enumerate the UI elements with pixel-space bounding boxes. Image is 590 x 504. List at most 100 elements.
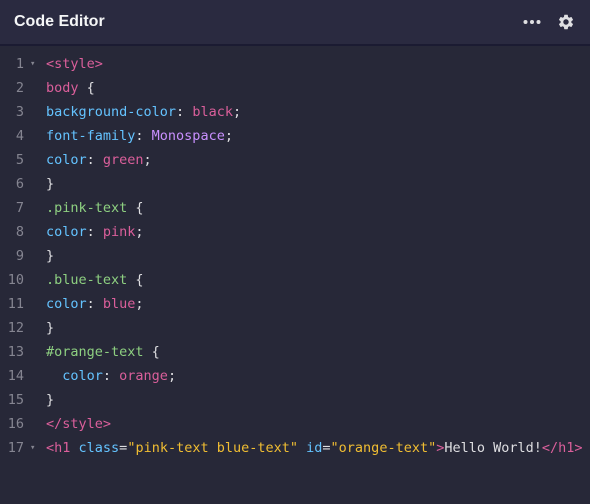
code-line: 17 ▾ <h1 class="pink-text blue-text" id="… xyxy=(0,436,590,460)
code-area[interactable]: 1 ▾ <style> 2 body { 3 background-color: … xyxy=(0,46,590,460)
code-line: 11 color: blue; xyxy=(0,292,590,316)
gutter: 11 xyxy=(0,292,42,316)
code-line: 13 #orange-text { xyxy=(0,340,590,364)
line-number: 11 xyxy=(7,296,24,312)
brace: } xyxy=(46,248,55,264)
code-line: 5 color: green; xyxy=(0,148,590,172)
line-number: 12 xyxy=(7,320,24,336)
gutter: 8 xyxy=(0,220,42,244)
css-value: pink xyxy=(102,224,136,240)
line-number: 17 xyxy=(7,440,24,456)
style-close-tag: </style> xyxy=(46,416,112,432)
line-number: 16 xyxy=(7,416,24,432)
code-line: 16 </style> xyxy=(0,412,590,436)
h1-close-tag: </h1> xyxy=(541,440,583,456)
gutter: 7 xyxy=(0,196,42,220)
code-line: 1 ▾ <style> xyxy=(0,52,590,76)
colon: : xyxy=(86,224,103,240)
colon: : xyxy=(135,128,152,144)
code-line: 4 font-family: Monospace; xyxy=(0,124,590,148)
style-open-tag: <style> xyxy=(46,56,103,72)
code-line: 7 .pink-text { xyxy=(0,196,590,220)
line-number: 3 xyxy=(15,104,24,120)
line-number: 1 xyxy=(15,56,24,72)
css-selector: body xyxy=(46,80,79,96)
line-number: 9 xyxy=(15,248,24,264)
gutter: 3 xyxy=(0,100,42,124)
gutter: 10 xyxy=(0,268,42,292)
code-line: 2 body { xyxy=(0,76,590,100)
line-number: 10 xyxy=(7,272,24,288)
equals: = xyxy=(322,440,331,456)
editor-title: Code Editor xyxy=(14,13,105,30)
attr-value: "orange-text" xyxy=(330,440,437,456)
colon: : xyxy=(176,104,193,120)
code-line: 12 } xyxy=(0,316,590,340)
semicolon: ; xyxy=(224,128,233,144)
gutter: 13 xyxy=(0,340,42,364)
code-line: 15 } xyxy=(0,388,590,412)
css-selector: .blue-text xyxy=(46,272,128,288)
semicolon: ; xyxy=(135,296,144,312)
line-number: 14 xyxy=(7,368,24,384)
colon: : xyxy=(102,368,120,384)
css-value: green xyxy=(102,152,144,168)
line-number: 8 xyxy=(15,224,24,240)
brace: } xyxy=(46,320,55,336)
colon: : xyxy=(86,152,103,168)
code-line: 9 } xyxy=(0,244,590,268)
attr-name: id xyxy=(306,440,323,456)
css-property: color xyxy=(46,296,87,312)
fold-arrow-icon[interactable]: ▾ xyxy=(30,52,35,76)
line-number: 6 xyxy=(15,176,24,192)
fold-arrow-icon[interactable]: ▾ xyxy=(30,436,35,460)
gutter: 15 xyxy=(0,388,42,412)
code-line: 6 } xyxy=(0,172,590,196)
gutter: 9 xyxy=(0,244,42,268)
css-property: font-family xyxy=(46,128,136,144)
semicolon: ; xyxy=(135,224,144,240)
colon: : xyxy=(86,296,103,312)
semicolon: ; xyxy=(167,368,177,384)
code-editor-window: Code Editor 1 ▾ <style> 2 body {3 backg… xyxy=(0,0,590,504)
css-selector: .pink-text xyxy=(46,200,128,216)
line-number: 7 xyxy=(15,200,24,216)
brace: { xyxy=(127,272,144,288)
gutter: 12 xyxy=(0,316,42,340)
gutter: 4 xyxy=(0,124,42,148)
semicolon: ; xyxy=(232,104,242,120)
gutter: 1 ▾ xyxy=(0,52,42,76)
gutter: 2 xyxy=(0,76,42,100)
brace: } xyxy=(46,176,55,192)
css-property: color xyxy=(46,152,87,168)
attr-name: class xyxy=(78,440,120,456)
css-property: background-color xyxy=(46,104,177,120)
css-value: Monospace xyxy=(151,128,225,144)
css-value: orange xyxy=(119,368,168,384)
brace: { xyxy=(78,80,95,96)
code-line: 14 color: orange; xyxy=(0,364,590,388)
gutter: 5 xyxy=(0,148,42,172)
brace: } xyxy=(46,392,55,408)
css-value: black xyxy=(192,104,233,120)
code-line: 3 background-color: black; xyxy=(0,100,590,124)
attr-value: "pink-text blue-text" xyxy=(127,440,298,456)
gutter: 16 xyxy=(0,412,42,436)
code-line: 10 .blue-text { xyxy=(0,268,590,292)
code-line: 8 color: pink; xyxy=(0,220,590,244)
line-number: 2 xyxy=(15,80,24,96)
gear-icon[interactable] xyxy=(556,12,576,32)
gutter: 6 xyxy=(0,172,42,196)
brace: { xyxy=(127,200,144,216)
gutter: 17 ▾ xyxy=(0,436,42,460)
brace: { xyxy=(143,344,160,360)
more-horizontal-icon[interactable] xyxy=(522,12,542,32)
css-property: color xyxy=(62,368,103,384)
line-number: 4 xyxy=(15,128,24,144)
gutter: 14 xyxy=(0,364,42,388)
line-number: 15 xyxy=(7,392,24,408)
semicolon: ; xyxy=(143,152,152,168)
css-property: color xyxy=(46,224,87,240)
line-number: 13 xyxy=(7,344,24,360)
